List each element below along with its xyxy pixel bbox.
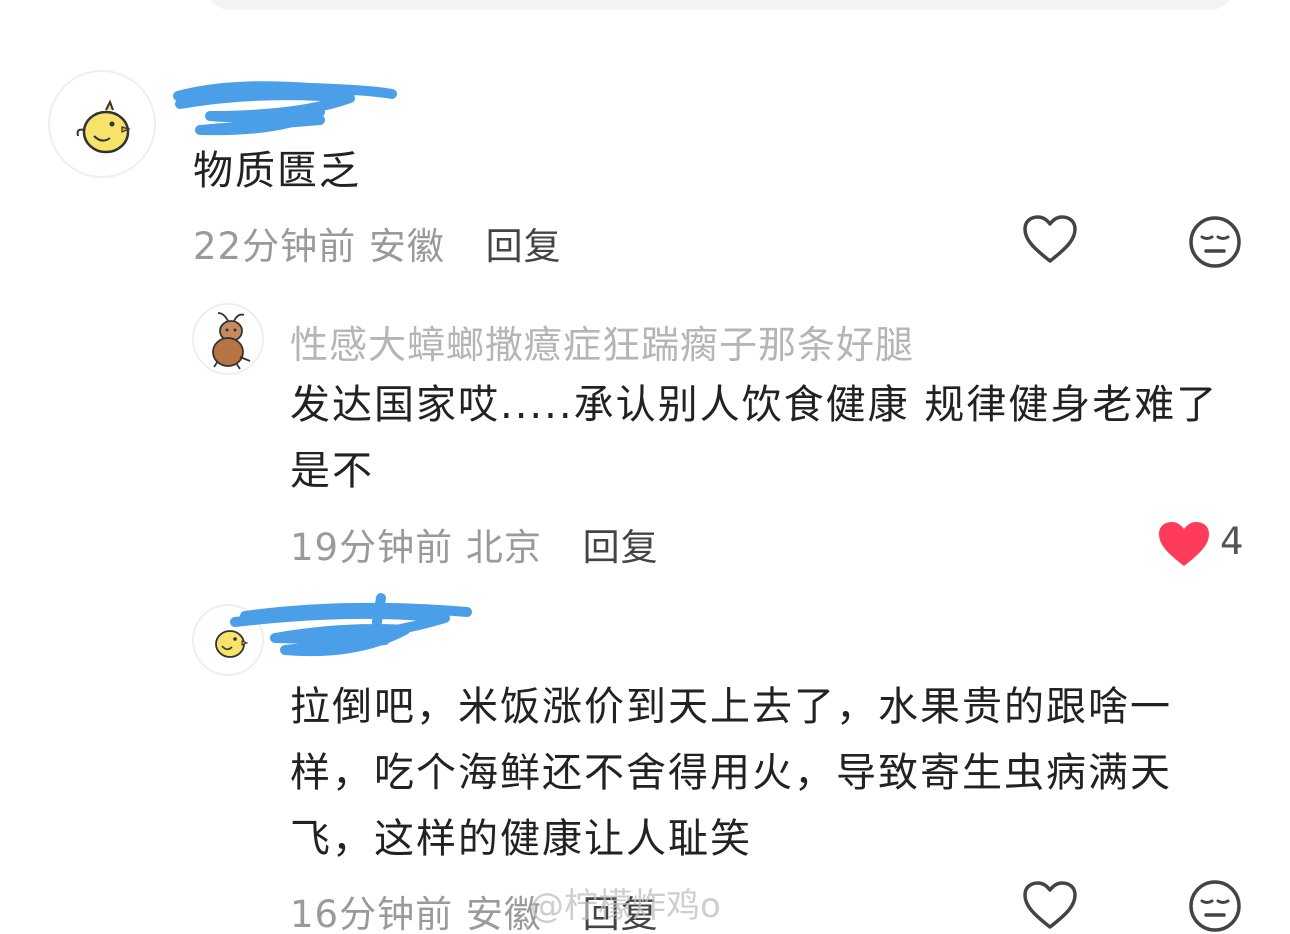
- dislike-button[interactable]: [1187, 214, 1243, 274]
- comment-thread: 物质匮乏 22分钟前 安徽 回复 性感大蟑螂撒癔症狂踹瘸子那条好腿 发达国家哎.…: [0, 0, 1290, 934]
- meh-face-icon: [1189, 216, 1241, 268]
- comment-location: 北京: [465, 526, 542, 569]
- like-button[interactable]: [1156, 518, 1212, 574]
- avatar[interactable]: [48, 70, 156, 178]
- comment-time: 19分钟前: [290, 526, 454, 569]
- reply-button[interactable]: 回复: [583, 526, 659, 569]
- avatar[interactable]: [192, 303, 264, 375]
- comment-location: 安徽: [368, 225, 445, 268]
- reply-button[interactable]: 回复: [486, 225, 562, 268]
- comment-input-bar[interactable]: [205, 0, 1235, 10]
- comment-meta: 22分钟前 安徽 回复: [193, 216, 562, 270]
- heart-outline-icon: [1023, 881, 1077, 929]
- like-button[interactable]: [1022, 214, 1078, 270]
- chick-avatar-icon: [76, 99, 131, 154]
- like-button[interactable]: [1022, 880, 1078, 934]
- comment-time: 22分钟前: [193, 225, 357, 268]
- comment-meta: 19分钟前 北京 回复: [290, 517, 659, 571]
- comment-text-line: 样，吃个海鲜还不舍得用火，导致寄生虫病满天: [290, 750, 1172, 796]
- heart-filled-icon: [1159, 522, 1209, 566]
- comment-text-line: 是不: [290, 448, 374, 494]
- weibo-watermark: @柠檬炸鸡o: [530, 886, 721, 926]
- comment-text-line: 发达国家哎.....承认别人饮食健康 规律健身老难了: [290, 382, 1219, 428]
- like-count: 4: [1220, 520, 1244, 563]
- username[interactable]: 性感大蟑螂撒癔症狂踹瘸子那条好腿: [290, 314, 914, 369]
- redacted-username-scribble: [230, 593, 472, 657]
- comment-time: 16分钟前: [290, 893, 454, 934]
- redacted-username-scribble: [173, 81, 397, 136]
- comment-text-line: 飞，这样的健康让人耻笑: [290, 816, 752, 862]
- comment-text-line: 拉倒吧，米饭涨价到天上去了，水果贵的跟啥一: [290, 684, 1172, 730]
- heart-outline-icon: [1023, 215, 1077, 263]
- dislike-button[interactable]: [1187, 878, 1243, 934]
- meh-face-icon: [1189, 880, 1241, 932]
- cockroach-avatar-icon: [212, 312, 251, 370]
- comment-text: 物质匮乏: [193, 148, 361, 194]
